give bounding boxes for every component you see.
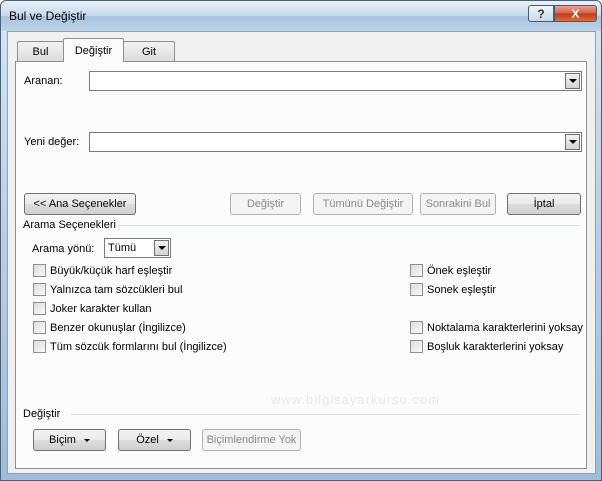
match-prefix-checkbox[interactable] bbox=[410, 264, 423, 277]
search-direction-dropdown-button[interactable] bbox=[154, 240, 169, 256]
search-options-divider bbox=[118, 225, 580, 226]
chevron-down-icon bbox=[166, 438, 173, 442]
whole-words-label: Yalnızca tam sözcükleri bul bbox=[50, 284, 183, 296]
dialog-client-area: Bul Değiştir Git Aranan: Yeni değer: << … bbox=[7, 31, 596, 474]
wildcards-checkbox[interactable] bbox=[33, 302, 46, 315]
title-bar[interactable]: Bul ve Değiştir ? X bbox=[1, 1, 601, 31]
match-prefix-label: Önek eşleştir bbox=[427, 265, 492, 277]
match-case-label: Büyük/küçük harf eşleştir bbox=[50, 265, 173, 277]
replace-label: Yeni değer: bbox=[24, 136, 80, 148]
help-icon: ? bbox=[537, 6, 545, 21]
no-formatting-label: Biçimlendirme Yok bbox=[206, 434, 297, 446]
replace-with-combo[interactable] bbox=[89, 132, 582, 152]
wildcards-label: Joker karakter kullan bbox=[50, 303, 152, 315]
help-button[interactable]: ? bbox=[528, 5, 554, 22]
chevron-down-icon bbox=[568, 140, 577, 144]
tab-goto[interactable]: Git bbox=[123, 41, 175, 61]
match-suffix-label: Sonek eşleştir bbox=[427, 284, 497, 296]
search-direction-select[interactable]: Tümü bbox=[104, 238, 171, 258]
sounds-like-label: Benzer okunuşlar (İngilizce) bbox=[50, 322, 186, 334]
less-options-label: << Ana Seçenekler bbox=[33, 198, 127, 210]
chevron-down-icon bbox=[83, 438, 90, 442]
match-case-checkbox[interactable] bbox=[33, 264, 46, 277]
replace-button[interactable]: Değiştir bbox=[230, 193, 301, 215]
tab-goto-label: Git bbox=[141, 45, 157, 58]
cancel-label: İptal bbox=[533, 198, 555, 210]
find-replace-dialog: Bul ve Değiştir ? X Bul Değiştir Git Ara… bbox=[0, 0, 602, 481]
window-title: Bul ve Değiştir bbox=[9, 9, 87, 23]
search-direction-label: Arama yönü: bbox=[32, 243, 95, 255]
ignore-punctuation-label: Noktalama karakterlerini yoksay bbox=[427, 322, 583, 334]
find-what-combo[interactable] bbox=[89, 71, 582, 91]
replace-button-label: Değiştir bbox=[246, 198, 285, 210]
watermark-text: www.bilgisayarkursu.com bbox=[271, 392, 440, 407]
special-button[interactable]: Özel bbox=[118, 429, 191, 451]
ignore-punctuation-checkbox[interactable] bbox=[410, 321, 423, 334]
whole-words-checkbox[interactable] bbox=[33, 283, 46, 296]
ignore-whitespace-checkbox[interactable] bbox=[410, 340, 423, 353]
cancel-button[interactable]: İptal bbox=[507, 193, 581, 215]
chevron-down-icon bbox=[157, 246, 166, 250]
format-button-label: Biçim bbox=[49, 434, 76, 446]
all-word-forms-checkbox[interactable] bbox=[33, 340, 46, 353]
tab-find-label: Bul bbox=[32, 45, 49, 58]
ignore-whitespace-label: Boşluk karakterlerini yoksay bbox=[427, 341, 564, 353]
find-next-button[interactable]: Sonrakini Bul bbox=[420, 193, 496, 215]
replace-tab-panel: Aranan: Yeni değer: << Ana Seçenekler De… bbox=[15, 61, 587, 469]
tab-find[interactable]: Bul bbox=[17, 41, 64, 61]
tab-replace[interactable]: Değiştir bbox=[63, 38, 124, 62]
replace-section-divider bbox=[71, 414, 580, 415]
replace-all-label: Tümünü Değiştir bbox=[322, 198, 404, 210]
search-options-heading: Arama Seçenekleri bbox=[23, 219, 116, 231]
replace-section-heading: Değiştir bbox=[23, 408, 61, 420]
tab-replace-label: Değiştir bbox=[74, 44, 113, 57]
close-icon: X bbox=[571, 6, 580, 21]
no-formatting-button[interactable]: Biçimlendirme Yok bbox=[202, 429, 301, 451]
replace-with-dropdown-button[interactable] bbox=[565, 134, 580, 150]
all-word-forms-label: Tüm sözcük formlarını bul (İngilizce) bbox=[50, 341, 227, 353]
find-what-dropdown-button[interactable] bbox=[565, 73, 580, 89]
find-label: Aranan: bbox=[24, 75, 63, 87]
format-button[interactable]: Biçim bbox=[33, 429, 106, 451]
replace-all-button[interactable]: Tümünü Değiştir bbox=[313, 193, 413, 215]
match-suffix-checkbox[interactable] bbox=[410, 283, 423, 296]
special-button-label: Özel bbox=[136, 434, 159, 446]
close-button[interactable]: X bbox=[554, 5, 597, 22]
sounds-like-checkbox[interactable] bbox=[33, 321, 46, 334]
chevron-down-icon bbox=[568, 79, 577, 83]
find-next-label: Sonrakini Bul bbox=[425, 198, 491, 210]
less-options-button[interactable]: << Ana Seçenekler bbox=[24, 193, 136, 215]
search-direction-value: Tümü bbox=[108, 242, 137, 254]
